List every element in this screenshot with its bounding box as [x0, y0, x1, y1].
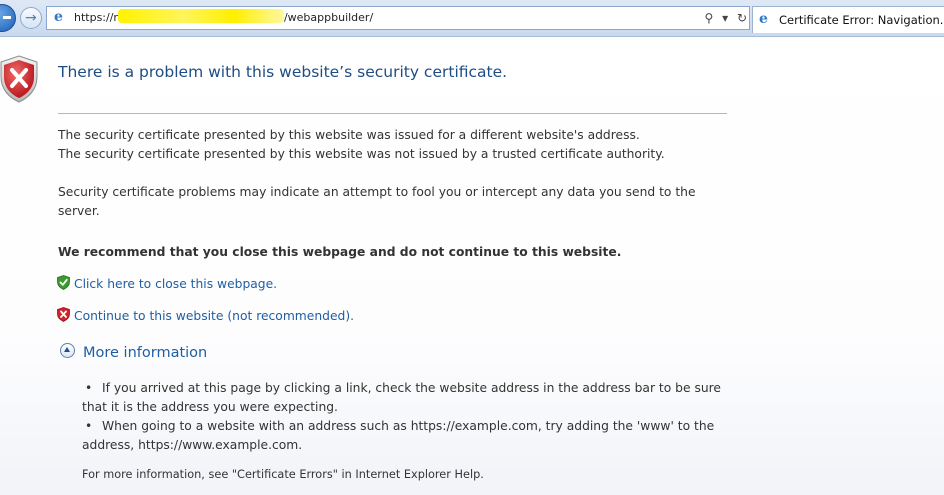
shield-x-small-icon — [57, 307, 70, 322]
address-bar[interactable]: e https://r/webappbuilder/ ⚲ ▾ ↻ — [46, 6, 750, 30]
close-webpage-link[interactable]: Click here to close this webpage. — [74, 277, 277, 291]
back-button[interactable] — [0, 4, 16, 32]
page-content: There is a problem with this website’s s… — [0, 37, 944, 495]
shield-x-icon — [0, 55, 38, 103]
url-text[interactable]: https://r/webappbuilder/ — [74, 7, 373, 29]
continue-link-row: Continue to this website (not recommende… — [57, 307, 354, 323]
list-item: • When going to a website with an address… — [82, 419, 715, 452]
warning-text: Security certificate problems may indica… — [58, 185, 696, 218]
dropdown-icon[interactable]: ▾ — [722, 7, 728, 29]
forward-arrow-icon: → — [25, 10, 37, 26]
tab-ie-icon: e — [759, 11, 768, 27]
tab-title: Certificate Error: Navigation... — [779, 13, 944, 27]
browser-toolbar: → e https://r/webappbuilder/ ⚲ ▾ ↻ e Cer… — [0, 0, 944, 37]
recommendation-text: We recommend that you close this webpage… — [58, 245, 622, 259]
shield-check-icon — [57, 275, 70, 290]
search-icon[interactable]: ⚲ — [704, 7, 713, 29]
redacted-url-mask — [117, 9, 284, 23]
refresh-icon[interactable]: ↻ — [737, 7, 747, 29]
continue-website-link[interactable]: Continue to this website (not recommende… — [74, 309, 354, 323]
reason-1: The security certificate presented by th… — [58, 128, 640, 142]
list-item: • If you arrived at this page by clicking… — [82, 381, 721, 414]
more-info-toggle[interactable]: More information — [60, 343, 207, 361]
footer-text: For more information, see "Certificate E… — [82, 468, 484, 481]
close-link-row: Click here to close this webpage. — [57, 275, 277, 291]
ie-logo-icon: e — [54, 9, 63, 25]
forward-button[interactable]: → — [20, 7, 42, 29]
more-info-list: • If you arrived at this page by clicking… — [82, 379, 722, 455]
page-title: There is a problem with this website’s s… — [58, 63, 508, 81]
reason-2: The security certificate presented by th… — [58, 147, 665, 161]
browser-tab[interactable]: e Certificate Error: Navigation... — [752, 6, 944, 33]
address-tools: ⚲ ▾ ↻ — [699, 7, 747, 29]
title-divider — [58, 113, 727, 114]
more-info-label: More information — [83, 345, 208, 361]
chevron-up-icon — [60, 343, 75, 358]
